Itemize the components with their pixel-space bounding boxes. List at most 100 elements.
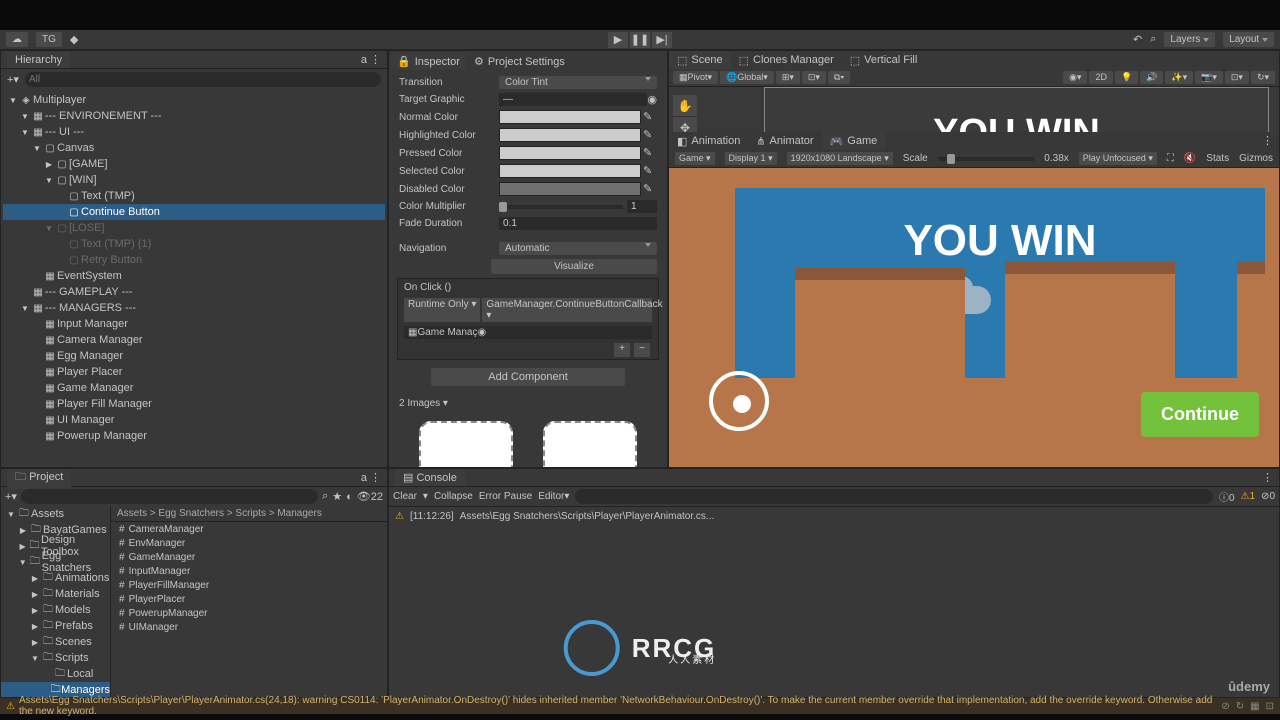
- animation-tab[interactable]: ◧ Animation: [669, 132, 748, 150]
- status-icon[interactable]: ⊡: [1266, 701, 1274, 712]
- target-picker-icon[interactable]: ◉: [647, 93, 657, 106]
- folder-item[interactable]: ▶🗀Models: [1, 602, 110, 618]
- snap-icon[interactable]: ⊡▾: [802, 71, 826, 84]
- hierarchy-item[interactable]: ▦EventSystem: [3, 268, 385, 284]
- hierarchy-item[interactable]: ▢Retry Button: [3, 252, 385, 268]
- layout-dropdown[interactable]: Layout: [1223, 32, 1274, 47]
- runtime-dropdown[interactable]: Runtime Only ▾: [404, 298, 480, 322]
- breadcrumb[interactable]: Assets > Egg Snatchers > Scripts > Manag…: [111, 506, 387, 522]
- inspector-tab[interactable]: 🔒 Inspector: [391, 53, 466, 70]
- step-button[interactable]: ▶|: [652, 32, 672, 48]
- hierarchy-item[interactable]: ▢Text (TMP): [3, 188, 385, 204]
- light-icon[interactable]: 💡: [1115, 71, 1138, 84]
- global-dropdown[interactable]: 🌐Global▾: [720, 71, 774, 84]
- transition-dropdown[interactable]: Color Tint: [499, 76, 657, 89]
- error-pause-button[interactable]: Error Pause: [479, 491, 532, 502]
- selected-color-swatch[interactable]: [499, 164, 641, 178]
- display-dropdown[interactable]: Display 1 ▾: [725, 152, 777, 165]
- file-item[interactable]: #UIManager: [111, 620, 387, 634]
- eyedrop-icon[interactable]: ✎: [643, 146, 657, 160]
- game-menu-icon[interactable]: ⋮: [1256, 132, 1279, 150]
- refresh-icon[interactable]: ↻▾: [1251, 71, 1275, 84]
- clones-tab[interactable]: ⬚ Clones Manager: [731, 51, 842, 69]
- hierarchy-item[interactable]: ▼▢[LOSE]: [3, 220, 385, 236]
- hierarchy-item[interactable]: ▦Egg Manager: [3, 348, 385, 364]
- error-filter[interactable]: ⊘0: [1261, 491, 1275, 502]
- color-mult-slider[interactable]: [499, 205, 623, 209]
- search-icon[interactable]: ⌕: [1150, 33, 1156, 46]
- fullscreen-icon[interactable]: ⛶: [1167, 153, 1174, 164]
- event-remove-button[interactable]: −: [634, 343, 650, 357]
- file-item[interactable]: #GameManager: [111, 550, 387, 564]
- hierarchy-item[interactable]: ▼▦--- ENVIRONEMENT ---: [3, 108, 385, 124]
- hierarchy-item[interactable]: ▦Camera Manager: [3, 332, 385, 348]
- hierarchy-item[interactable]: ▦Player Placer: [3, 364, 385, 380]
- hierarchy-item[interactable]: ▦--- GAMEPLAY ---: [3, 284, 385, 300]
- console-search-input[interactable]: [575, 489, 1213, 504]
- eyedrop-icon[interactable]: ✎: [643, 182, 657, 196]
- game-tab[interactable]: 🎮 Game: [822, 132, 886, 150]
- scene-viewport[interactable]: ✋ ✥ ↻ ⤢ ▭ ⊕ YOU WIN Continue: [669, 87, 1279, 132]
- magnet-icon[interactable]: ⧉▾: [828, 71, 850, 84]
- warn-filter[interactable]: ⚠1: [1241, 491, 1256, 502]
- fade-duration-input[interactable]: [499, 217, 657, 230]
- camera-icon[interactable]: 📷▾: [1195, 71, 1223, 84]
- clear-button[interactable]: Clear: [393, 491, 417, 502]
- hierarchy-item[interactable]: ▢Continue Button: [3, 204, 385, 220]
- aspect-dropdown[interactable]: 1920x1080 Landscape ▾: [787, 152, 893, 165]
- project-folder-tree[interactable]: ▼🗀Assets▶🗀BayatGames▶🗀Design Toolbox▼🗀Eg…: [1, 506, 111, 697]
- tg-button[interactable]: TG: [36, 32, 62, 47]
- status-icon[interactable]: ↻: [1236, 701, 1244, 712]
- hand-tool[interactable]: ✋: [673, 95, 697, 117]
- navigation-dropdown[interactable]: Automatic: [499, 242, 657, 255]
- hidden-icon[interactable]: ◐: [346, 491, 353, 503]
- folder-item[interactable]: ▶🗀Animations: [1, 570, 110, 586]
- console-tab[interactable]: ▤ Console: [395, 469, 465, 486]
- project-search-input[interactable]: [21, 489, 318, 504]
- project-add-button[interactable]: +▾: [5, 490, 17, 503]
- move-tool[interactable]: ✥: [673, 117, 697, 132]
- cloud-button[interactable]: ☁: [6, 32, 28, 47]
- canvas-rect[interactable]: YOU WIN Continue: [764, 87, 1269, 132]
- pivot-dropdown[interactable]: ▦Pivot▾: [673, 71, 718, 84]
- target-graphic-field[interactable]: —: [499, 93, 647, 106]
- hierarchy-add-button[interactable]: +▾: [7, 73, 19, 86]
- game-dropdown[interactable]: Game ▾: [675, 152, 715, 165]
- file-item[interactable]: #PlayerFillManager: [111, 578, 387, 592]
- pressed-color-swatch[interactable]: [499, 146, 641, 160]
- stats-button[interactable]: Stats: [1206, 153, 1229, 164]
- folder-item[interactable]: ▶🗀Scenes: [1, 634, 110, 650]
- event-object-field[interactable]: ▦ Game Manaç ◉: [404, 326, 652, 339]
- gizmo-icon[interactable]: ◉▾: [1063, 71, 1087, 84]
- play-button[interactable]: ▶: [608, 32, 628, 48]
- fx-icon[interactable]: ✨▾: [1165, 71, 1193, 84]
- file-item[interactable]: #CameraManager: [111, 522, 387, 536]
- file-item[interactable]: #PowerupManager: [111, 606, 387, 620]
- eyedrop-icon[interactable]: ✎: [643, 110, 657, 124]
- folder-item[interactable]: 🗀Local: [1, 666, 110, 682]
- hierarchy-item[interactable]: ▦Powerup Manager: [3, 428, 385, 444]
- hierarchy-item[interactable]: ▦Player Fill Manager: [3, 396, 385, 412]
- highlighted-color-swatch[interactable]: [499, 128, 641, 142]
- hierarchy-item[interactable]: ▼▢[WIN]: [3, 172, 385, 188]
- vfill-tab[interactable]: ⬚ Vertical Fill: [842, 51, 926, 69]
- layers-dropdown[interactable]: Layers: [1164, 32, 1215, 47]
- hierarchy-lock-icon[interactable]: a ⋮: [361, 53, 381, 66]
- hierarchy-item[interactable]: ▢Text (TMP) (1): [3, 236, 385, 252]
- hierarchy-item[interactable]: ▦UI Manager: [3, 412, 385, 428]
- eyedrop-icon[interactable]: ✎: [643, 164, 657, 178]
- file-item[interactable]: #EnvManager: [111, 536, 387, 550]
- folder-item[interactable]: ▼🗀Egg Snatchers: [1, 554, 110, 570]
- editor-dropdown[interactable]: Editor▾: [538, 491, 569, 502]
- normal-color-swatch[interactable]: [499, 110, 641, 124]
- folder-item[interactable]: ▼🗀Assets: [1, 506, 110, 522]
- hierarchy-tab[interactable]: Hierarchy: [7, 52, 70, 68]
- collapse-button[interactable]: Collapse: [434, 491, 473, 502]
- continue-thumb[interactable]: [543, 421, 637, 467]
- project-settings-tab[interactable]: ⚙ Project Settings: [468, 53, 571, 70]
- images-foldout[interactable]: 2 Images ▾: [399, 398, 657, 409]
- project-tab[interactable]: 🗀 Project: [7, 468, 71, 489]
- project-menu[interactable]: a ⋮: [361, 471, 381, 484]
- hierarchy-search-input[interactable]: [25, 72, 381, 87]
- console-message[interactable]: ⚠ [11:12:26] Assets\Egg Snatchers\Script…: [391, 509, 1277, 524]
